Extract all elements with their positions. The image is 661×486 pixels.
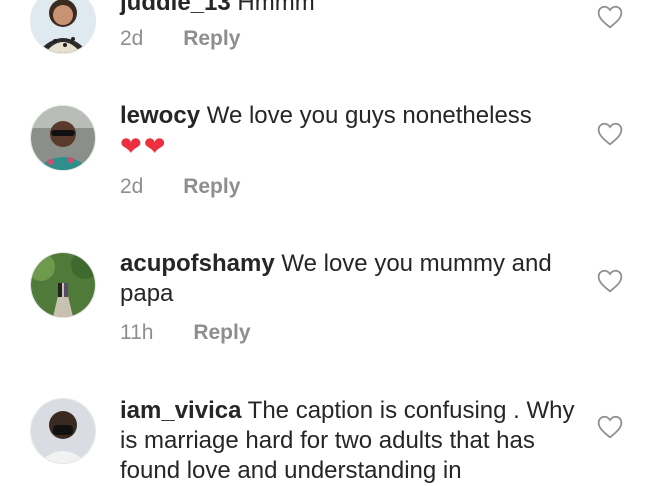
comment-username[interactable]: acupofshamy [120, 250, 275, 277]
reply-button[interactable]: Reply [193, 321, 250, 345]
avatar[interactable] [30, 105, 96, 171]
comment-body: acupofshamy We love you mummy and papa [120, 249, 580, 309]
comment-username[interactable]: lewocy [120, 102, 200, 129]
avatar[interactable] [30, 252, 96, 318]
comment-text: We love you guys nonetheless [206, 102, 532, 129]
comment-timestamp: 2d [120, 27, 144, 50]
comment-username[interactable]: juddie_13 [120, 0, 231, 16]
avatar[interactable] [30, 398, 96, 464]
heart-outline-icon[interactable] [597, 122, 623, 146]
heart-outline-icon[interactable] [597, 269, 623, 293]
reply-button[interactable]: Reply [183, 27, 240, 51]
comment-body: iam_vivica The caption is confusing . Wh… [120, 396, 580, 486]
comment-meta: 2d Reply [120, 175, 240, 199]
comment-timestamp: 11h [120, 321, 154, 344]
comment-body: juddie_13 Hmmm [120, 0, 580, 18]
heart-outline-icon[interactable] [597, 415, 623, 439]
comment-timestamp: 2d [120, 175, 144, 198]
comment-text: Hmmm [237, 0, 315, 16]
comment-username[interactable]: iam_vivica [120, 397, 241, 424]
comment-meta: 11h Reply [120, 321, 251, 345]
avatar[interactable] [30, 0, 96, 54]
heart-outline-icon[interactable] [597, 5, 623, 29]
comment-meta: 2d Reply [120, 27, 240, 51]
reply-button[interactable]: Reply [183, 175, 240, 199]
heart-emoji: ❤❤ [120, 131, 168, 161]
comment-body: lewocy We love you guys nonetheless ❤❤ [120, 101, 580, 161]
